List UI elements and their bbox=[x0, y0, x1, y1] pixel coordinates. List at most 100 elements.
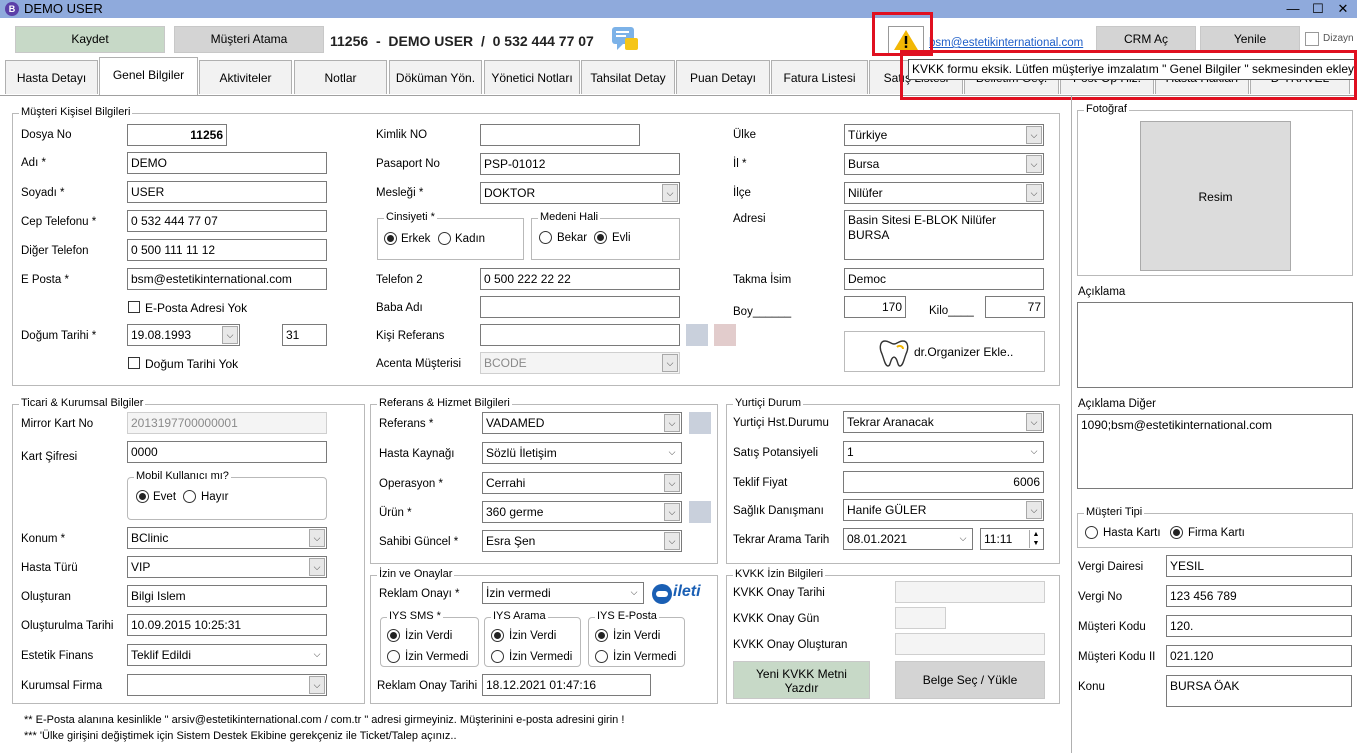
person-ref-search-button[interactable] bbox=[686, 324, 708, 346]
assign-customer-button[interactable]: Müşteri Atama bbox=[174, 26, 324, 53]
tab-dokuman[interactable]: Döküman Yön. bbox=[389, 60, 482, 94]
creator-field[interactable]: Bilgi Islem bbox=[127, 585, 327, 607]
tab-hasta-detayi[interactable]: Hasta Detayı bbox=[5, 60, 98, 94]
patient-source-select[interactable]: Sözlü İletişim ⌵ bbox=[482, 442, 682, 464]
height-field[interactable]: 170 bbox=[844, 296, 906, 318]
tab-genel-bilgiler[interactable]: Genel Bilgiler bbox=[99, 57, 198, 95]
tab-notlar[interactable]: Notlar bbox=[294, 60, 387, 94]
card-password-field[interactable]: 0000 bbox=[127, 441, 327, 463]
refresh-button[interactable]: Yenile bbox=[1200, 26, 1300, 53]
customer-type-company-radio[interactable] bbox=[1170, 526, 1183, 539]
phone2-field[interactable]: 0 500 222 22 22 bbox=[480, 268, 680, 290]
operation-select[interactable]: Cerrahi ⌵ bbox=[482, 472, 682, 494]
photo-box[interactable]: Resim bbox=[1140, 121, 1291, 271]
sms-allowed-radio[interactable] bbox=[387, 629, 400, 642]
ad-consent-select[interactable]: İzin vermedi ⌵ bbox=[482, 582, 644, 604]
message-icon[interactable] bbox=[611, 26, 639, 50]
no-birthdate-checkbox[interactable] bbox=[128, 357, 140, 369]
product-extra-button[interactable] bbox=[689, 501, 711, 523]
marital-married-radio[interactable] bbox=[594, 231, 607, 244]
dr-organizer-button[interactable]: dr.Organizer Ekle.. bbox=[844, 331, 1045, 372]
subject-field[interactable]: BURSA ÖAK bbox=[1166, 675, 1352, 707]
location-select[interactable]: BClinic ⌵ bbox=[127, 527, 327, 549]
gender-male-radio[interactable] bbox=[384, 232, 397, 245]
patient-type-select[interactable]: VIP ⌵ bbox=[127, 556, 327, 578]
health-consultant-select[interactable]: Hanife GÜLER ⌵ bbox=[843, 499, 1044, 521]
birth-date-picker[interactable]: 19.08.1993 ⌵ bbox=[127, 324, 240, 346]
save-button[interactable]: Kaydet bbox=[15, 26, 165, 53]
sales-potential-select[interactable]: 1 ⌵ bbox=[843, 441, 1044, 463]
kvkk-date-field[interactable] bbox=[895, 581, 1045, 603]
reference-label: Referans * bbox=[379, 418, 434, 430]
tax-office-field[interactable]: YESIL bbox=[1166, 555, 1352, 577]
close-button[interactable]: ✕ bbox=[1331, 0, 1355, 18]
call-allowed-radio[interactable] bbox=[491, 629, 504, 642]
gender-female-radio[interactable] bbox=[438, 232, 451, 245]
new-kvkk-print-button[interactable]: Yeni KVKK Metni Yazdır bbox=[733, 661, 870, 699]
father-name-field[interactable] bbox=[480, 296, 680, 318]
email-link[interactable]: bsm@estetikinternational.com bbox=[929, 37, 1083, 49]
other-phone-field[interactable]: 0 500 111 11 12 bbox=[127, 239, 327, 261]
kvkk-creator-field[interactable] bbox=[895, 633, 1045, 655]
spinner-icon[interactable]: ▲ ▼ bbox=[1029, 530, 1042, 548]
kvkk-day-field[interactable] bbox=[895, 607, 946, 629]
file-no-field[interactable]: 11256 bbox=[127, 124, 227, 146]
mobile-no-radio[interactable] bbox=[183, 490, 196, 503]
tab-puan-detayi[interactable]: Puan Detayı bbox=[676, 60, 770, 94]
name-field[interactable]: DEMO bbox=[127, 152, 327, 174]
province-select[interactable]: Bursa ⌵ bbox=[844, 153, 1044, 175]
offer-price-field[interactable]: 6006 bbox=[843, 471, 1044, 493]
nickname-field[interactable]: Democ bbox=[844, 268, 1044, 290]
email-denied-radio[interactable] bbox=[595, 650, 608, 663]
address-field[interactable]: Basin Sitesi E-BLOK Nilüfer BURSA bbox=[844, 210, 1044, 260]
design-checkbox[interactable] bbox=[1305, 32, 1319, 46]
marital-single-radio[interactable] bbox=[539, 231, 552, 244]
email-allowed-radio[interactable] bbox=[595, 629, 608, 642]
reference-extra-button[interactable] bbox=[689, 412, 711, 434]
crm-open-button[interactable]: CRM Aç bbox=[1096, 26, 1196, 53]
weight-field[interactable]: 77 bbox=[985, 296, 1045, 318]
finance-select[interactable]: Teklif Edildi ⌵ bbox=[127, 644, 327, 666]
tab-fatura-listesi[interactable]: Fatura Listesi bbox=[771, 60, 868, 94]
tab-tahsilat-detay[interactable]: Tahsilat Detay bbox=[581, 60, 675, 94]
person-ref-clear-button[interactable] bbox=[714, 324, 736, 346]
creation-date-field[interactable]: 10.09.2015 10:25:31 bbox=[127, 614, 327, 636]
tax-no-field[interactable]: 123 456 789 bbox=[1166, 585, 1352, 607]
company-select[interactable]: ⌵ bbox=[127, 674, 327, 696]
product-select[interactable]: 360 germe ⌵ bbox=[482, 501, 682, 523]
recall-date-picker[interactable]: 08.01.2021 ⌵ bbox=[843, 528, 973, 550]
agency-select[interactable]: BCODE ⌵ bbox=[480, 352, 680, 374]
customer-code2-field[interactable]: 021.120 bbox=[1166, 645, 1352, 667]
mobile-yes-radio[interactable] bbox=[136, 490, 149, 503]
tab-aktiviteler[interactable]: Aktiviteler bbox=[199, 60, 292, 94]
surname-field[interactable]: USER bbox=[127, 181, 327, 203]
creator-label: Oluşturan bbox=[21, 591, 71, 603]
district-select[interactable]: Nilüfer ⌵ bbox=[844, 182, 1044, 204]
owner-select[interactable]: Esra Şen ⌵ bbox=[482, 530, 682, 552]
ad-consent-date-field[interactable]: 18.12.2021 01:47:16 bbox=[482, 674, 651, 696]
person-ref-field[interactable] bbox=[480, 324, 680, 346]
profession-select[interactable]: DOKTOR ⌵ bbox=[480, 182, 680, 204]
age-field[interactable]: 31 bbox=[282, 324, 327, 346]
mirror-card-field[interactable]: 2013197700000001 bbox=[127, 412, 327, 434]
reference-select[interactable]: VADAMED ⌵ bbox=[482, 412, 682, 434]
sms-denied-radio[interactable] bbox=[387, 650, 400, 663]
description-field[interactable] bbox=[1077, 302, 1353, 388]
mobile-field[interactable]: 0 532 444 77 07 bbox=[127, 210, 327, 232]
other-description-field[interactable]: 1090;bsm@estetikinternational.com bbox=[1077, 414, 1353, 489]
customer-code-field[interactable]: 120. bbox=[1166, 615, 1352, 637]
email-field[interactable]: bsm@estetikinternational.com bbox=[127, 268, 327, 290]
id-no-field[interactable] bbox=[480, 124, 640, 146]
select-upload-doc-button[interactable]: Belge Seç / Yükle bbox=[895, 661, 1045, 699]
tab-yonetici-notlari[interactable]: Yönetici Notları bbox=[484, 60, 580, 94]
maximize-button[interactable]: ☐ bbox=[1306, 0, 1330, 18]
recall-time-field[interactable]: 11:11 ▲ ▼ bbox=[980, 528, 1044, 550]
country-select[interactable]: Türkiye ⌵ bbox=[844, 124, 1044, 146]
customer-type-patient-radio[interactable] bbox=[1085, 526, 1098, 539]
passport-field[interactable]: PSP-01012 bbox=[480, 153, 680, 175]
minimize-button[interactable]: — bbox=[1281, 0, 1305, 18]
call-denied-radio[interactable] bbox=[491, 650, 504, 663]
no-email-checkbox[interactable] bbox=[128, 301, 140, 313]
domestic-status-select[interactable]: Tekrar Aranacak ⌵ bbox=[843, 411, 1044, 433]
marital-married-label: Evli bbox=[612, 232, 631, 244]
